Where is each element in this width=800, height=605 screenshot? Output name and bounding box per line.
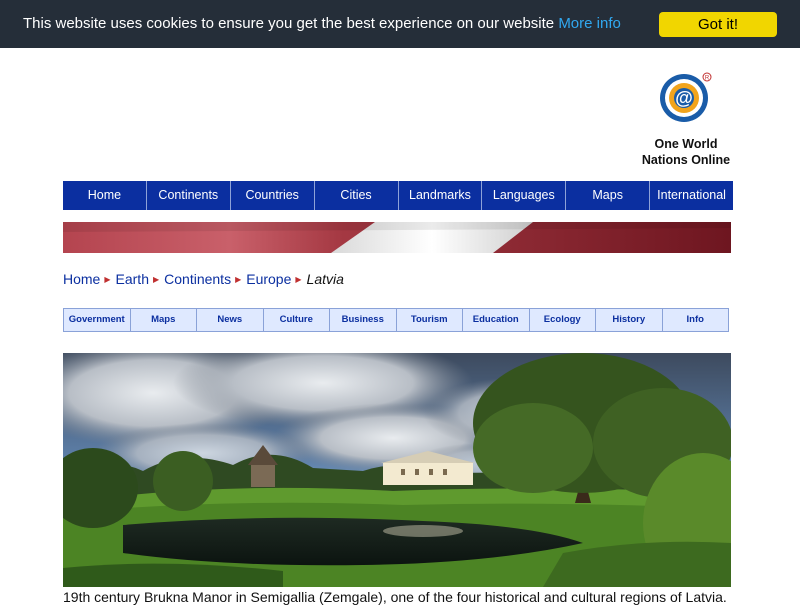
breadcrumb-earth[interactable]: Earth (116, 271, 149, 287)
main-navigation: Home Continents Countries Cities Landmar… (63, 181, 733, 210)
nav-landmarks[interactable]: Landmarks (399, 181, 483, 210)
nav-languages[interactable]: Languages (482, 181, 567, 210)
nav-cities[interactable]: Cities (315, 181, 399, 210)
nav-maps[interactable]: Maps (566, 181, 651, 210)
subnav-info[interactable]: Info (663, 309, 729, 331)
subnav-news[interactable]: News (197, 309, 264, 331)
breadcrumb-home[interactable]: Home (63, 271, 100, 287)
got-it-button[interactable]: Got it! (659, 12, 777, 37)
more-info-link[interactable]: More info (558, 15, 621, 32)
logo-title-line1: One World (654, 137, 718, 151)
cookie-message-text: This website uses cookies to ensure you … (23, 15, 555, 32)
breadcrumb-arrow-icon: ▶ (104, 274, 111, 284)
nav-continents[interactable]: Continents (147, 181, 231, 210)
cookie-message: This website uses cookies to ensure you … (23, 15, 621, 33)
breadcrumb-continents[interactable]: Continents (164, 271, 231, 287)
nav-international[interactable]: International (650, 181, 733, 210)
manor-landscape-photo (63, 353, 731, 587)
cookie-banner: This website uses cookies to ensure you … (0, 0, 800, 48)
breadcrumb-arrow-icon: ▶ (235, 274, 242, 284)
subnav-ecology[interactable]: Ecology (530, 309, 596, 331)
subnav-maps[interactable]: Maps (131, 309, 197, 331)
breadcrumb-arrow-icon: ▶ (152, 274, 160, 284)
country-sub-navigation: Government Maps News Culture Business To… (63, 308, 729, 332)
nav-countries[interactable]: Countries (231, 181, 315, 210)
svg-text:@: @ (675, 88, 693, 108)
site-logo[interactable]: @ R One World Nations Online (636, 70, 736, 168)
subnav-culture[interactable]: Culture (264, 309, 330, 331)
logo-title-line2: Nations Online (641, 153, 731, 167)
breadcrumb: Home ▶ Earth ▶ Continents ▶ Europe ▶ Lat… (63, 271, 344, 287)
latvia-flag-banner (63, 222, 731, 253)
subnav-education[interactable]: Education (463, 309, 530, 331)
subnav-history[interactable]: History (596, 309, 663, 331)
subnav-tourism[interactable]: Tourism (397, 309, 463, 331)
subnav-government[interactable]: Government (64, 309, 131, 331)
breadcrumb-current: Latvia (306, 271, 344, 287)
subnav-business[interactable]: Business (330, 309, 397, 331)
at-globe-icon: @ R (660, 72, 712, 122)
breadcrumb-arrow-icon: ▶ (295, 274, 302, 284)
svg-text:R: R (705, 76, 710, 82)
photo-caption: 19th century Brukna Manor in Semigallia … (63, 589, 727, 605)
breadcrumb-europe[interactable]: Europe (246, 271, 291, 287)
nav-home[interactable]: Home (63, 181, 147, 210)
